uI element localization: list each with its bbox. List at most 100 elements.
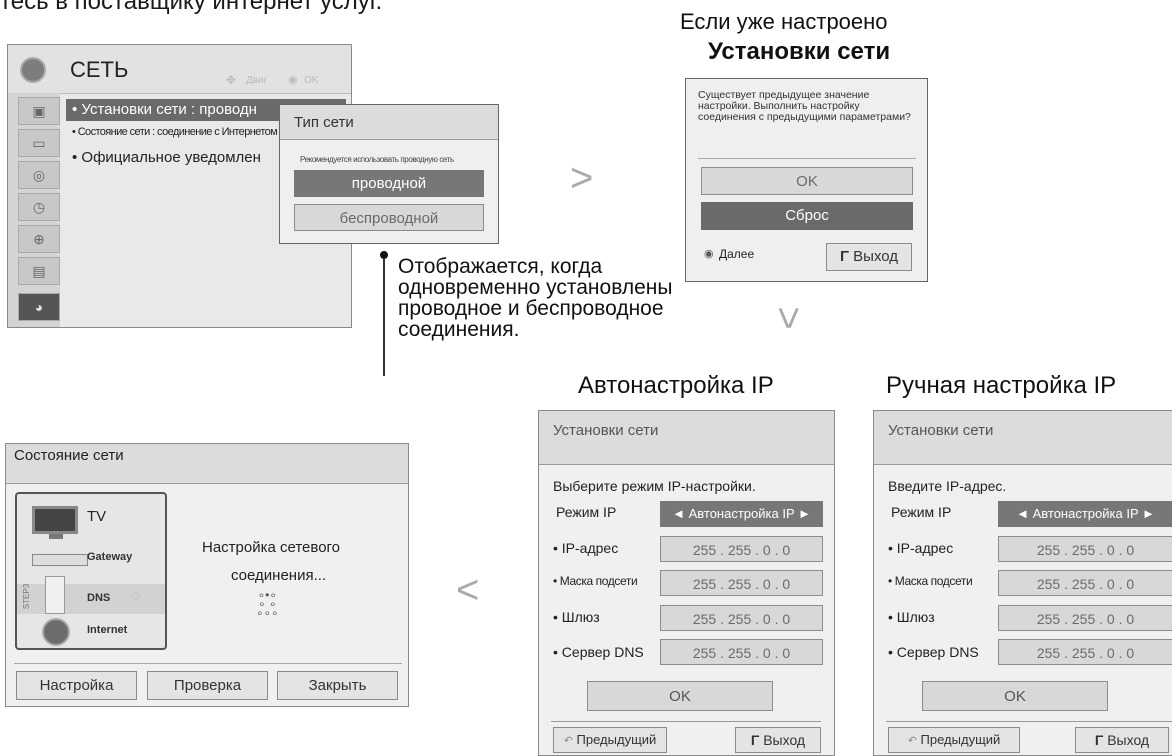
next-label: Далее (719, 247, 755, 261)
manual-ip-address-label: • IP-адрес (888, 540, 954, 556)
callout-line (383, 258, 385, 376)
network-type-note: Рекомендуется использовать проводную сет… (300, 155, 454, 164)
manual-gateway-field[interactable]: 255 . 255 . 0 . 0 (998, 605, 1172, 631)
manual-gateway-label: • Шлюз (888, 609, 935, 625)
already-set-dialog: Существует предыдущее значение настройки… (685, 78, 928, 282)
menu-title: СЕТЬ (70, 57, 129, 82)
auto-prev-label: Предыдущий (576, 732, 657, 747)
dns-label: DNS (87, 592, 111, 604)
wired-option[interactable]: проводной (294, 170, 484, 197)
auto-ip-prompt: Выберите режим IP-настройки. (553, 478, 756, 494)
auto-ip-header: Установки сети (539, 411, 834, 465)
exit-icon: Γ (750, 732, 760, 748)
manual-ip-address-field[interactable]: 255 . 255 . 0 . 0 (998, 536, 1172, 562)
time-icon[interactable]: ◷ (18, 193, 60, 221)
already-set-caption-bold: Установки сети (708, 38, 891, 65)
back-icon: ↶ (907, 735, 917, 747)
menu-item-official-notice[interactable]: • Официальное уведомлен (72, 149, 261, 166)
manual-ok-button[interactable]: OK (922, 681, 1108, 711)
reset-button[interactable]: Сброс (701, 202, 913, 230)
manual-prev-button[interactable]: ↶ Предыдущий (888, 727, 1020, 753)
network-type-title: Тип сети (280, 105, 498, 140)
auto-gateway-field[interactable]: 255 . 255 . 0 . 0 (660, 605, 823, 631)
manual-prev-label: Предыдущий (920, 732, 1001, 747)
manual-ip-dialog: Установки сети Введите IP-адрес. Режим I… (873, 410, 1172, 756)
callout-text: Отображается, когда одновременно установ… (398, 255, 673, 341)
arrow-left-icon: < (456, 568, 480, 612)
tv-icon[interactable]: ▣ (18, 97, 60, 125)
internet-label: Internet (87, 624, 128, 636)
option-icon[interactable]: ▤ (18, 257, 60, 285)
tv-stand (49, 534, 63, 539)
hint-move: Двиг (246, 75, 268, 86)
manual-ip-mode-label: Режим IP (891, 504, 952, 520)
setup-button[interactable]: Настройка (16, 671, 137, 700)
auto-ip-mode-label: Режим IP (556, 504, 617, 520)
divider (698, 158, 916, 159)
picture-icon[interactable]: ▭ (18, 129, 60, 157)
gateway-label: Gateway (87, 551, 133, 563)
auto-ok-button[interactable]: OK (587, 681, 773, 711)
hint-ok: OK (304, 75, 319, 86)
manual-dns-label: • Сервер DNS (888, 644, 979, 660)
ok-dot-icon: ◉ (288, 74, 298, 86)
auto-dns-field[interactable]: 255 . 255 . 0 . 0 (660, 639, 823, 665)
arrow-right-icon: > (570, 156, 594, 200)
network-globe-icon (20, 57, 46, 83)
exit-icon: Γ (839, 248, 849, 265)
status-message-line1: Настройка сетевого (202, 539, 341, 556)
move-icon: ✥ (226, 73, 237, 87)
arrow-down-icon: > (766, 306, 811, 330)
next-dot-icon: ◉ (704, 248, 714, 260)
wireless-option[interactable]: беспроводной (294, 204, 484, 231)
internet-globe-icon (42, 618, 70, 646)
auto-gateway-label: • Шлюз (553, 609, 600, 625)
already-set-caption: Если уже настроено (680, 9, 888, 34)
auto-ip-dialog: Установки сети Выберите режим IP-настрой… (538, 410, 835, 756)
exit-button[interactable]: Γ Выход (826, 243, 912, 271)
manual-subnet-field[interactable]: 255 . 255 . 0 . 0 (998, 570, 1172, 596)
loading-spinner-icon: ∘•∘ ∘ ∘ ∘∘∘ (256, 588, 279, 620)
auto-prev-button[interactable]: ↶ Предыдущий (553, 727, 667, 753)
manual-ip-prompt: Введите IP-адрес. (888, 478, 1007, 494)
manual-ip-mode-select[interactable]: ◄ Автонастройка IP ► (998, 501, 1172, 527)
manual-subnet-label: • Маска подсети (888, 574, 973, 588)
dns-server-icon (45, 576, 65, 614)
close-button[interactable]: Закрыть (277, 671, 398, 700)
manual-ip-caption: Ручная настройка IP (886, 372, 1117, 399)
status-header: Состояние сети (6, 444, 408, 484)
exit-icon: Γ (1094, 732, 1104, 748)
divider (551, 721, 821, 722)
auto-exit-button[interactable]: Γ Выход (735, 727, 821, 753)
menu-item-network-status[interactable]: • Состояние сети : соединение с Интернет… (72, 126, 278, 138)
tv-device-icon (32, 506, 78, 534)
back-icon: ↶ (563, 735, 573, 747)
auto-dns-label: • Сервер DNS (553, 644, 644, 660)
network-type-popup: Тип сети Рекомендуется использовать пров… (279, 104, 499, 244)
lock-icon[interactable]: ⊕ (18, 225, 60, 253)
auto-subnet-label: • Маска подсети (553, 574, 638, 588)
network-icon[interactable]: ◕ (18, 293, 60, 321)
top-fragment-text: тесь в поставщику интернет услуг. (0, 0, 383, 15)
menu-sidebar: ▣ ▭ ◎ ◷ ⊕ ▤ ◕ (8, 93, 60, 327)
auto-ip-address-label: • IP-адрес (553, 540, 619, 556)
auto-exit-label: Выход (763, 732, 806, 748)
auto-subnet-field[interactable]: 255 . 255 . 0 . 0 (660, 570, 823, 596)
manual-exit-label: Выход (1107, 732, 1150, 748)
manual-ip-header: Установки сети (874, 411, 1172, 465)
audio-icon[interactable]: ◎ (18, 161, 60, 189)
manual-exit-button[interactable]: Γ Выход (1075, 727, 1169, 753)
auto-ip-address-field[interactable]: 255 . 255 . 0 . 0 (660, 536, 823, 562)
check-button[interactable]: Проверка (147, 671, 268, 700)
dns-spinner-icon: ◌ (131, 587, 140, 604)
auto-ip-mode-select[interactable]: ◄ Автонастройка IP ► (660, 501, 823, 527)
divider (886, 721, 1172, 722)
menu-item-network-settings-label: • Установки сети : проводн (72, 101, 257, 118)
ok-button[interactable]: OK (701, 167, 913, 195)
network-status-dialog: Состояние сети TV Gateway STEP3 DNS ◌ In… (5, 443, 409, 707)
divider (14, 663, 402, 664)
status-diagram: TV Gateway STEP3 DNS ◌ Internet (15, 492, 167, 650)
step-badge: STEP3 (22, 583, 32, 610)
manual-dns-field[interactable]: 255 . 255 . 0 . 0 (998, 639, 1172, 665)
tv-label: TV (87, 508, 107, 525)
